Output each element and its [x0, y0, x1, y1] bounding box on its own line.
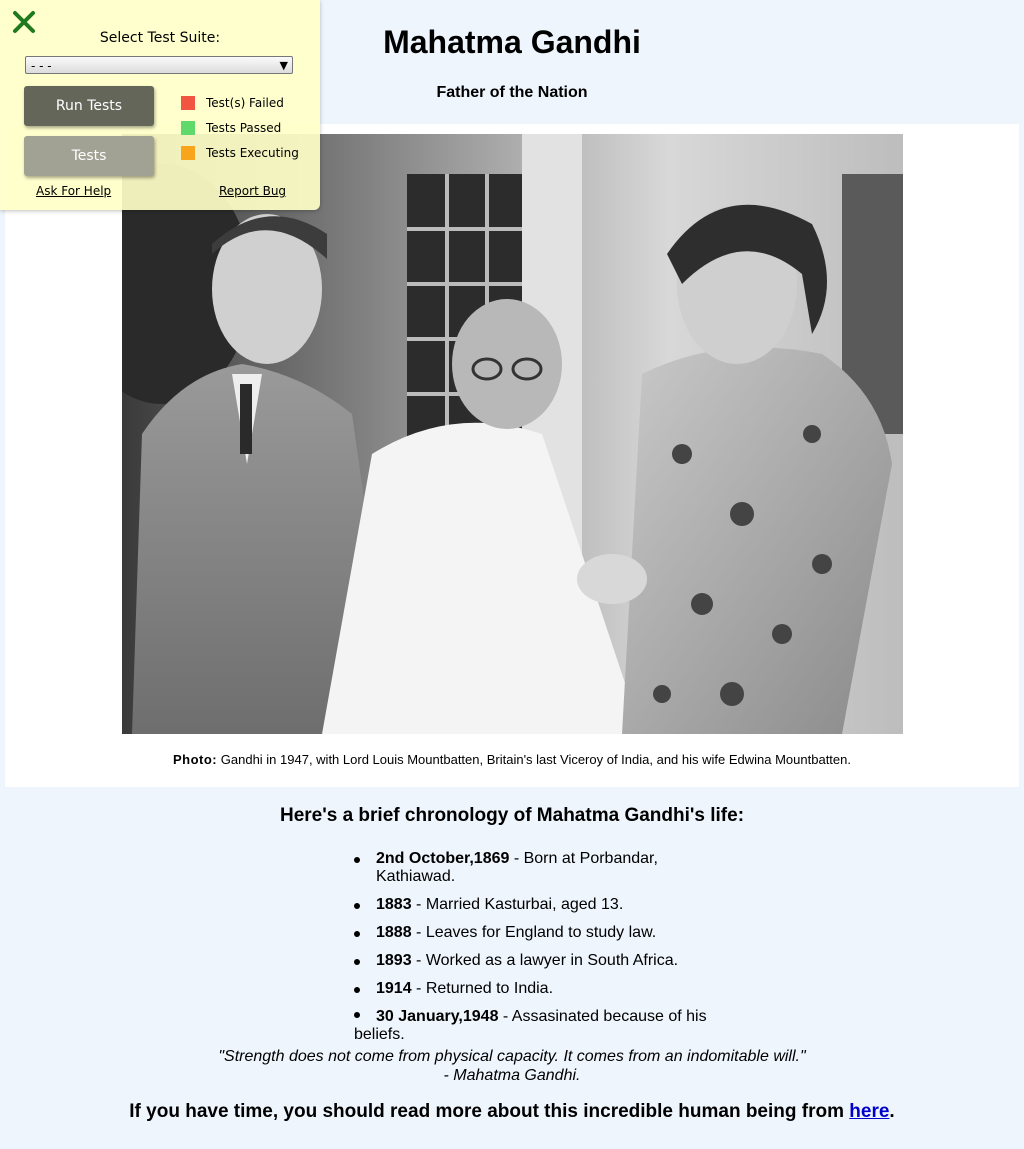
gandhi-mountbatten-photo	[122, 134, 903, 734]
timeline-date: 1914	[376, 980, 412, 997]
test-panel: Select Test Suite: - - - ▼ Run Tests Tes…	[0, 0, 320, 210]
tests-button[interactable]: Tests	[24, 136, 154, 176]
timeline-date: 1883	[376, 896, 412, 913]
ask-for-help-link[interactable]: Ask For Help	[36, 184, 111, 198]
list-item: 1893 - Worked as a lawyer in South Afric…	[354, 952, 734, 970]
report-bug-link[interactable]: Report Bug	[219, 184, 286, 198]
timeline-event: - Assasinated because of his	[498, 1008, 707, 1025]
bullet-icon	[354, 1012, 360, 1018]
legend-label: Tests Executing	[206, 146, 299, 160]
timeline-date: 1893	[376, 952, 412, 969]
timeline-event-cont: beliefs.	[354, 1026, 405, 1043]
quote-block: "Strength does not come from physical ca…	[0, 1047, 1024, 1085]
failed-swatch-icon	[181, 96, 195, 110]
dropdown-arrow-icon: ▼	[279, 59, 288, 72]
quote-text: "Strength does not come from physical ca…	[218, 1048, 806, 1065]
caption-text: Gandhi in 1947, with Lord Louis Mountbat…	[220, 752, 851, 767]
suite-label: Select Test Suite:	[99, 30, 221, 46]
photo-caption: Photo: Gandhi in 1947, with Lord Louis M…	[5, 752, 1019, 767]
list-item: 2nd October,1869 - Born at Porbandar, Ka…	[354, 850, 734, 886]
closing-end: .	[889, 1101, 895, 1122]
chronology-list: 2nd October,1869 - Born at Porbandar, Ka…	[354, 850, 734, 1054]
timeline-event: - Leaves for England to study law.	[411, 924, 657, 941]
here-link[interactable]: here	[849, 1101, 889, 1122]
list-item: 30 January,1948 - Assasinated because of…	[354, 1008, 734, 1044]
timeline-event: - Returned to India.	[411, 980, 554, 997]
list-item: 1888 - Leaves for England to study law.	[354, 924, 734, 942]
closing-line: If you have time, you should read more a…	[0, 1101, 1024, 1123]
timeline-event: - Married Kasturbai, aged 13.	[411, 896, 624, 913]
timeline-date: 30 January,1948	[376, 1008, 499, 1025]
quote-author: - Mahatma Gandhi.	[443, 1067, 581, 1084]
suite-selected-value: - - -	[31, 59, 52, 73]
caption-label: Photo:	[172, 752, 218, 767]
passed-swatch-icon	[181, 121, 195, 135]
run-tests-button[interactable]: Run Tests	[24, 86, 154, 126]
photo-figure: Photo: Gandhi in 1947, with Lord Louis M…	[5, 124, 1019, 787]
list-item: 1883 - Married Kasturbai, aged 13.	[354, 896, 734, 914]
test-suite-select[interactable]: - - - ▼	[25, 56, 293, 74]
legend-label: Tests Passed	[206, 121, 282, 135]
timeline-event: - Worked as a lawyer in South Africa.	[411, 952, 679, 969]
timeline-date: 1888	[376, 924, 412, 941]
chronology-heading: Here's a brief chronology of Mahatma Gan…	[279, 805, 745, 826]
closing-text: If you have time, you should read more a…	[129, 1101, 850, 1122]
legend-label: Test(s) Failed	[206, 96, 284, 110]
timeline-date: 2nd October,1869	[376, 850, 510, 867]
list-item: 1914 - Returned to India.	[354, 980, 734, 998]
executing-swatch-icon	[181, 146, 195, 160]
